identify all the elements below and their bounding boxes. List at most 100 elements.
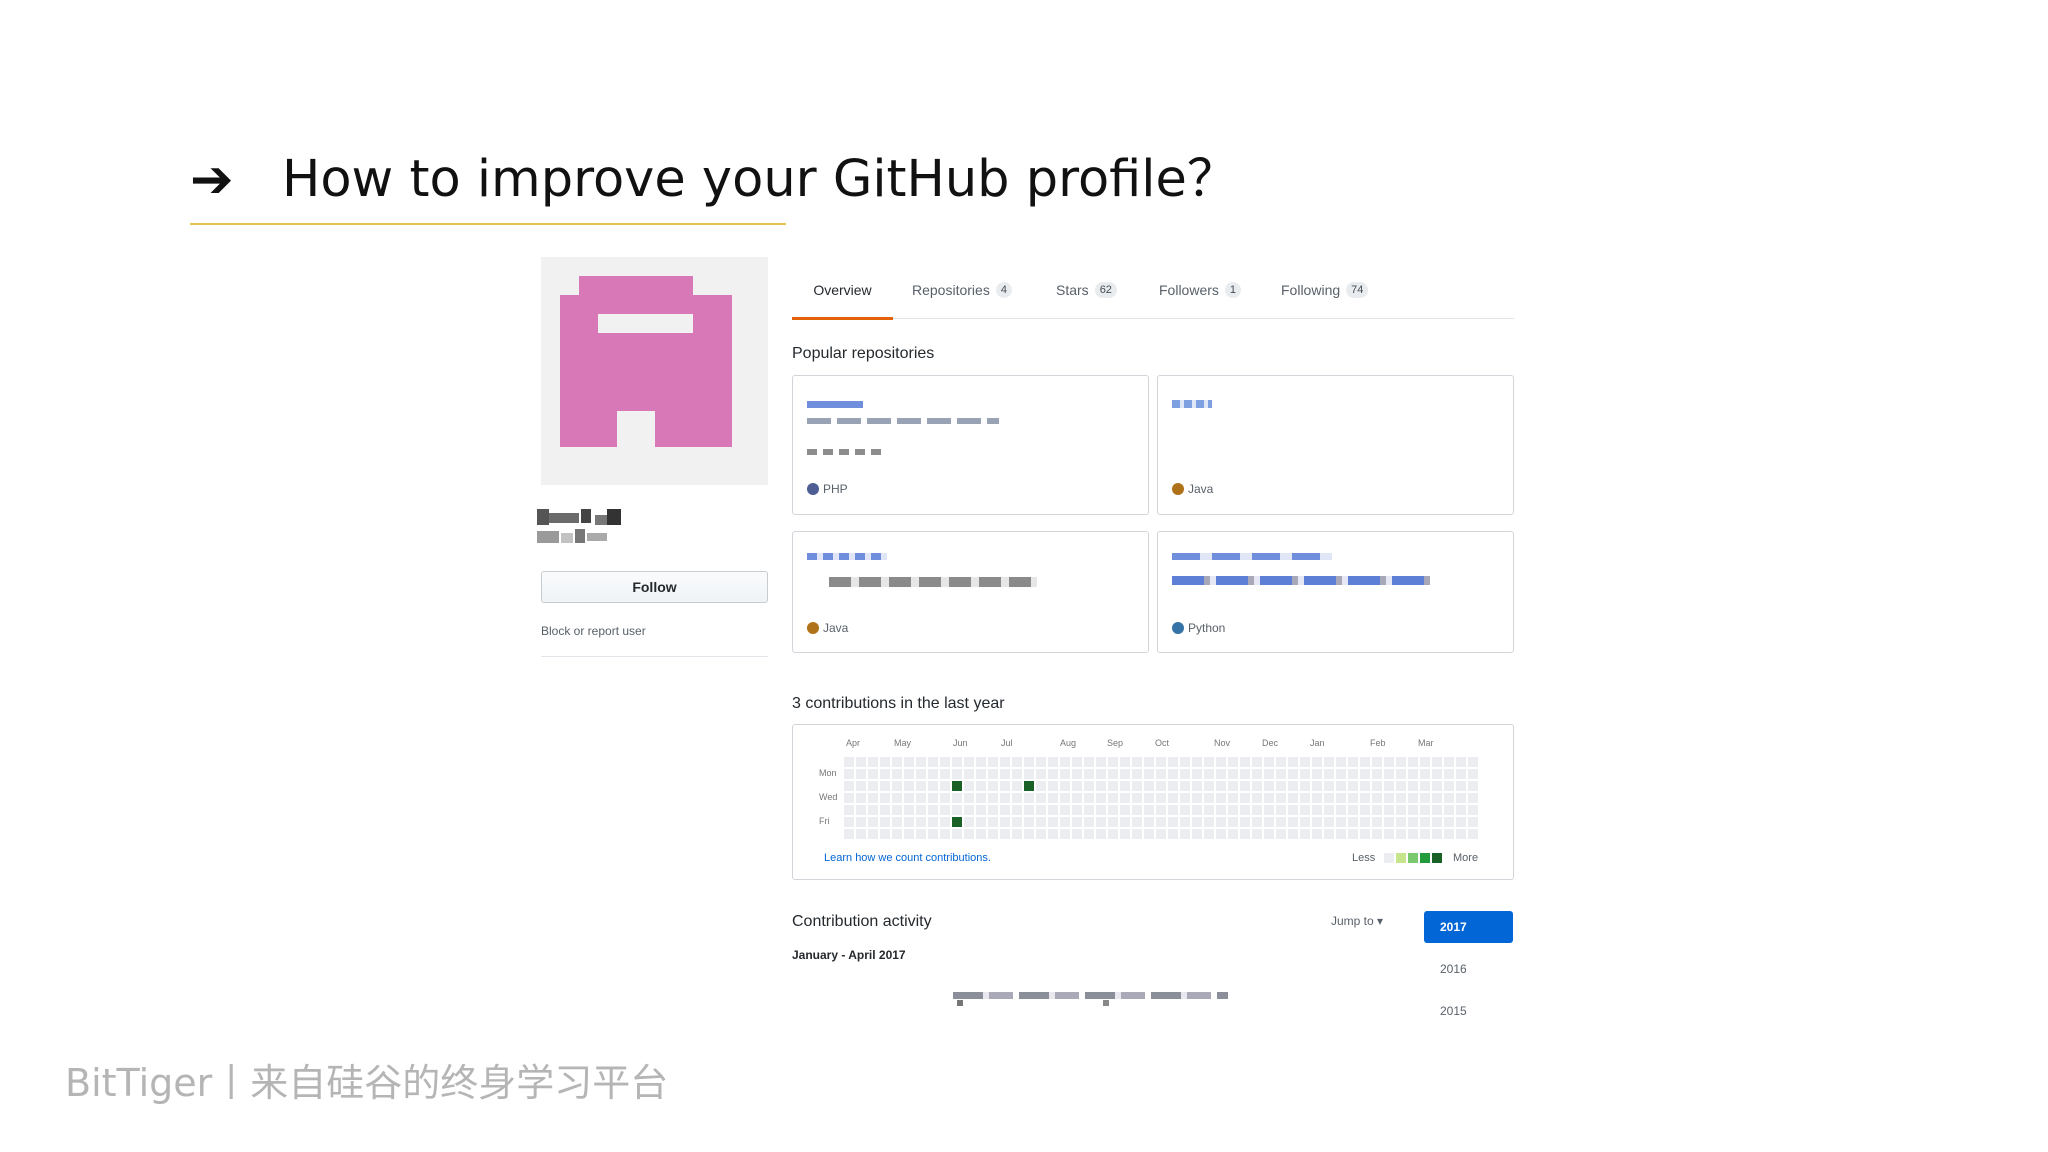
contribution-day[interactable] bbox=[1012, 805, 1022, 815]
contribution-day[interactable] bbox=[940, 829, 950, 839]
contribution-day[interactable] bbox=[1204, 769, 1214, 779]
contribution-day[interactable] bbox=[1072, 781, 1082, 791]
contribution-day[interactable] bbox=[1288, 805, 1298, 815]
contribution-day[interactable] bbox=[1072, 769, 1082, 779]
contribution-day[interactable] bbox=[940, 781, 950, 791]
contribution-day[interactable] bbox=[1024, 829, 1034, 839]
contribution-day[interactable] bbox=[1432, 805, 1442, 815]
contribution-day[interactable] bbox=[1192, 793, 1202, 803]
contribution-day[interactable] bbox=[1408, 829, 1418, 839]
contribution-day[interactable] bbox=[1396, 817, 1406, 827]
contribution-day[interactable] bbox=[1204, 757, 1214, 767]
contribution-day[interactable] bbox=[1276, 829, 1286, 839]
contribution-day[interactable] bbox=[1396, 829, 1406, 839]
contribution-day[interactable] bbox=[1312, 757, 1322, 767]
contribution-day[interactable] bbox=[976, 805, 986, 815]
contribution-day[interactable] bbox=[1024, 793, 1034, 803]
contribution-day[interactable] bbox=[1120, 769, 1130, 779]
contribution-day[interactable] bbox=[1216, 757, 1226, 767]
contribution-day[interactable] bbox=[1444, 829, 1454, 839]
contribution-day[interactable] bbox=[1192, 805, 1202, 815]
contribution-day[interactable] bbox=[1408, 805, 1418, 815]
contribution-day[interactable] bbox=[1216, 805, 1226, 815]
contribution-day[interactable] bbox=[1312, 817, 1322, 827]
contribution-day[interactable] bbox=[1348, 805, 1358, 815]
contribution-day[interactable] bbox=[1096, 793, 1106, 803]
contribution-day[interactable] bbox=[1444, 757, 1454, 767]
contribution-day[interactable] bbox=[1348, 757, 1358, 767]
contribution-day[interactable] bbox=[952, 817, 962, 827]
contribution-day[interactable] bbox=[1360, 769, 1370, 779]
contribution-day[interactable] bbox=[916, 805, 926, 815]
tab-overview[interactable]: Overview bbox=[792, 262, 893, 320]
contribution-day[interactable] bbox=[964, 793, 974, 803]
contribution-day[interactable] bbox=[1072, 757, 1082, 767]
contribution-day[interactable] bbox=[1372, 817, 1382, 827]
contribution-day[interactable] bbox=[1276, 757, 1286, 767]
contribution-day[interactable] bbox=[1012, 781, 1022, 791]
contribution-day[interactable] bbox=[1264, 781, 1274, 791]
contribution-day[interactable] bbox=[1324, 793, 1334, 803]
contribution-day[interactable] bbox=[1132, 781, 1142, 791]
contribution-day[interactable] bbox=[928, 793, 938, 803]
contribution-day[interactable] bbox=[1276, 805, 1286, 815]
contribution-day[interactable] bbox=[1324, 757, 1334, 767]
contribution-day[interactable] bbox=[1096, 805, 1106, 815]
contribution-day[interactable] bbox=[1036, 793, 1046, 803]
contribution-day[interactable] bbox=[1096, 757, 1106, 767]
contribution-day[interactable] bbox=[1408, 793, 1418, 803]
contribution-day[interactable] bbox=[1312, 781, 1322, 791]
contribution-day[interactable] bbox=[1468, 769, 1478, 779]
contribution-day[interactable] bbox=[1000, 757, 1010, 767]
contribution-day[interactable] bbox=[1000, 805, 1010, 815]
contribution-day[interactable] bbox=[916, 793, 926, 803]
contribution-day[interactable] bbox=[1132, 805, 1142, 815]
contribution-day[interactable] bbox=[1060, 793, 1070, 803]
contribution-day[interactable] bbox=[1084, 829, 1094, 839]
contribution-day[interactable] bbox=[1048, 817, 1058, 827]
repo-card[interactable]: Java bbox=[792, 531, 1149, 653]
contribution-day[interactable] bbox=[916, 769, 926, 779]
avatar[interactable] bbox=[541, 257, 768, 485]
contribution-day[interactable] bbox=[1372, 793, 1382, 803]
contribution-day[interactable] bbox=[1336, 793, 1346, 803]
contribution-day[interactable] bbox=[1336, 805, 1346, 815]
contribution-day[interactable] bbox=[1000, 769, 1010, 779]
contribution-day[interactable] bbox=[1216, 769, 1226, 779]
contribution-day[interactable] bbox=[1276, 781, 1286, 791]
contribution-day[interactable] bbox=[868, 805, 878, 815]
contribution-day[interactable] bbox=[892, 817, 902, 827]
contribution-day[interactable] bbox=[1048, 829, 1058, 839]
contribution-day[interactable] bbox=[904, 817, 914, 827]
contribution-day[interactable] bbox=[1132, 829, 1142, 839]
contribution-day[interactable] bbox=[940, 805, 950, 815]
contribution-day[interactable] bbox=[1144, 769, 1154, 779]
contribution-day[interactable] bbox=[1432, 829, 1442, 839]
contribution-day[interactable] bbox=[1036, 781, 1046, 791]
contribution-day[interactable] bbox=[1360, 757, 1370, 767]
contribution-day[interactable] bbox=[1276, 793, 1286, 803]
contribution-day[interactable] bbox=[1132, 757, 1142, 767]
contribution-day[interactable] bbox=[1276, 769, 1286, 779]
contribution-day[interactable] bbox=[1264, 805, 1274, 815]
contribution-day[interactable] bbox=[964, 829, 974, 839]
contribution-day[interactable] bbox=[1180, 817, 1190, 827]
contribution-day[interactable] bbox=[1252, 781, 1262, 791]
contribution-day[interactable] bbox=[1180, 781, 1190, 791]
contribution-day[interactable] bbox=[844, 793, 854, 803]
contribution-day[interactable] bbox=[1192, 829, 1202, 839]
contribution-day[interactable] bbox=[976, 829, 986, 839]
contribution-day[interactable] bbox=[928, 769, 938, 779]
contribution-day[interactable] bbox=[1012, 817, 1022, 827]
follow-button[interactable]: Follow bbox=[541, 571, 768, 603]
contribution-day[interactable] bbox=[1396, 805, 1406, 815]
contribution-day[interactable] bbox=[1168, 781, 1178, 791]
contribution-day[interactable] bbox=[1444, 793, 1454, 803]
contribution-day[interactable] bbox=[1348, 817, 1358, 827]
contribution-day[interactable] bbox=[1192, 817, 1202, 827]
contribution-day[interactable] bbox=[1288, 781, 1298, 791]
contribution-day[interactable] bbox=[1408, 757, 1418, 767]
contribution-day[interactable] bbox=[1072, 793, 1082, 803]
contribution-day[interactable] bbox=[1168, 793, 1178, 803]
contribution-day[interactable] bbox=[892, 805, 902, 815]
